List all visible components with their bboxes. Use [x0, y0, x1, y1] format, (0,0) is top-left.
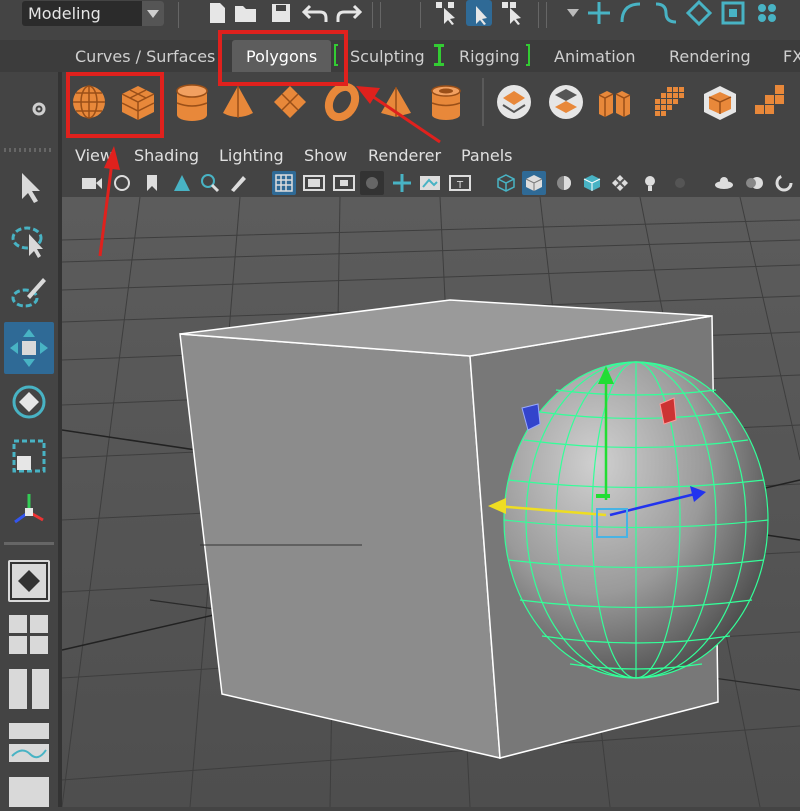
annotation-arrows: [98, 86, 441, 257]
